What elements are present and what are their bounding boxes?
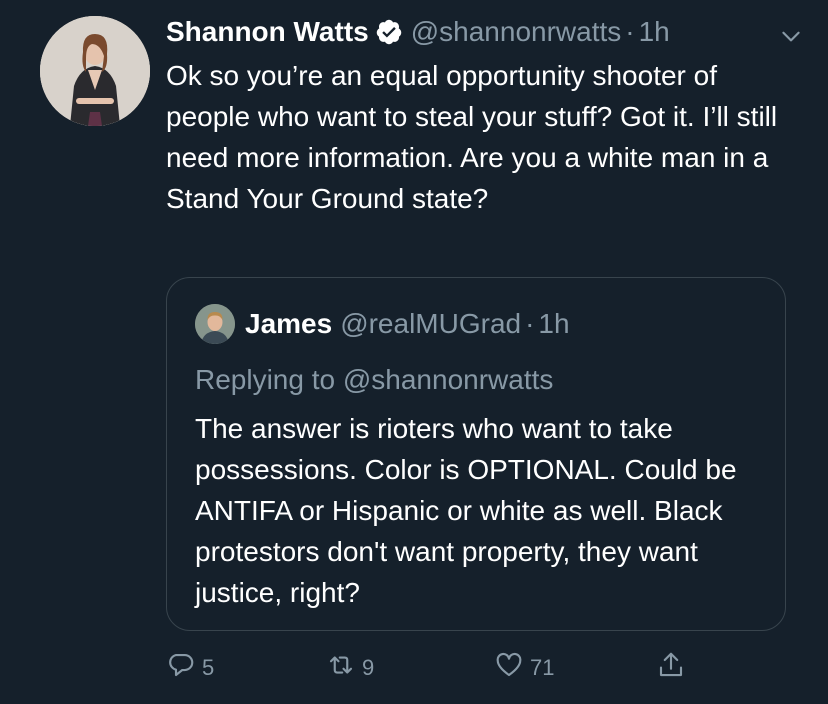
verified-badge-icon bbox=[375, 18, 403, 46]
header-separator: · bbox=[625, 16, 635, 47]
author-avatar-image bbox=[40, 16, 150, 126]
tweet-actions: 5 9 71 bbox=[166, 650, 706, 686]
author-handle[interactable]: @shannonrwatts bbox=[411, 12, 622, 52]
quoted-tweet-timestamp[interactable]: 1h bbox=[538, 308, 569, 340]
author-avatar[interactable] bbox=[40, 16, 150, 126]
share-icon bbox=[656, 650, 686, 686]
tweet-timestamp[interactable]: 1h bbox=[639, 12, 670, 52]
like-button[interactable]: 71 bbox=[494, 650, 554, 686]
quoted-author-avatar-image bbox=[195, 304, 235, 344]
like-count: 71 bbox=[530, 655, 555, 680]
chevron-down-icon[interactable] bbox=[778, 20, 804, 46]
reply-icon bbox=[166, 650, 196, 686]
retweet-count: 9 bbox=[362, 655, 375, 680]
quoted-author-handle[interactable]: @realMUGrad bbox=[340, 308, 521, 340]
reply-count: 5 bbox=[202, 655, 215, 680]
like-icon bbox=[494, 650, 524, 686]
reply-button[interactable]: 5 bbox=[166, 650, 214, 686]
quoted-tweet-header: James @realMUGrad · 1h bbox=[195, 304, 570, 344]
quoted-tweet-text: The answer is rioters who want to take p… bbox=[195, 413, 737, 608]
share-button[interactable] bbox=[656, 650, 686, 686]
quoted-author-avatar[interactable] bbox=[195, 304, 235, 344]
quoted-author-display-name[interactable]: James bbox=[245, 308, 332, 340]
retweet-icon bbox=[326, 650, 356, 686]
replying-to-label[interactable]: Replying to @shannonrwatts bbox=[195, 360, 553, 400]
tweet-text: Ok so you’re an equal opportunity shoote… bbox=[166, 60, 778, 214]
retweet-button[interactable]: 9 bbox=[326, 650, 374, 686]
quoted-tweet[interactable]: James @realMUGrad · 1h Replying to @shan… bbox=[166, 277, 786, 631]
quoted-header-separator: · bbox=[525, 308, 535, 339]
tweet[interactable]: Shannon Watts @shannonrwatts · 1h Ok so … bbox=[0, 0, 828, 704]
tweet-header: Shannon Watts @shannonrwatts · 1h bbox=[166, 12, 804, 52]
author-display-name[interactable]: Shannon Watts bbox=[166, 12, 369, 52]
